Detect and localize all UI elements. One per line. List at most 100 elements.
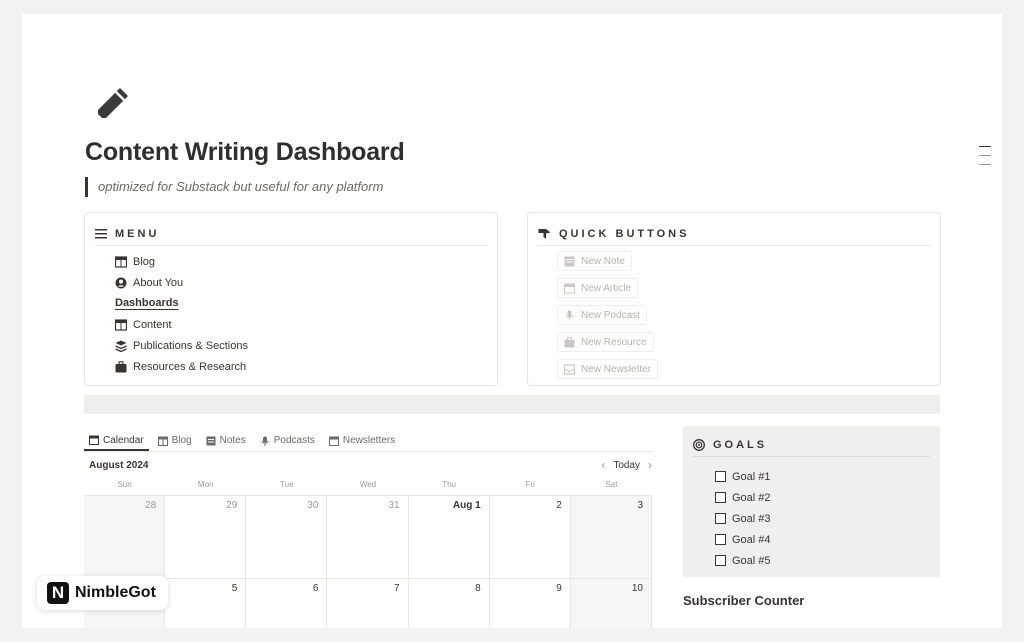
goal-item[interactable]: Goal #5 bbox=[715, 550, 771, 571]
view-tabs: Calendar Blog Notes Podcasts Newsletters bbox=[84, 431, 652, 452]
pencil-icon bbox=[98, 88, 128, 118]
goal-label: Goal #5 bbox=[732, 554, 771, 567]
goal-label: Goal #3 bbox=[732, 512, 771, 525]
inbox-icon bbox=[328, 436, 339, 446]
weekday-label: Sun bbox=[117, 480, 132, 489]
menu-link-resources[interactable]: Resources & Research bbox=[115, 356, 248, 377]
tab-notes[interactable]: Notes bbox=[201, 431, 251, 450]
calendar-day-cell[interactable]: 5 bbox=[165, 579, 247, 628]
calendar-weekday-row: Sun Mon Tue Wed Thu Fri Sat bbox=[84, 480, 652, 494]
menu-link-label: Resources & Research bbox=[133, 360, 247, 373]
menu-link-label: Content bbox=[133, 318, 172, 331]
calendar-grid: 28 29 30 31 Aug 1 2 3 5 6 7 8 9 10 bbox=[84, 495, 652, 628]
chevron-right-icon[interactable]: › bbox=[648, 458, 652, 472]
hand-pointer-icon bbox=[538, 229, 551, 239]
calendar-nav: ‹ Today › bbox=[601, 458, 652, 472]
calendar-board-icon bbox=[157, 436, 168, 446]
button-label: New Newsletter bbox=[581, 363, 652, 375]
calendar-day-cell[interactable]: 8 bbox=[409, 579, 490, 628]
goal-item[interactable]: Goal #3 bbox=[715, 508, 771, 529]
menu-card: MENU Blog About You Dashboards Content P… bbox=[84, 212, 498, 386]
calendar-board-icon bbox=[115, 255, 127, 268]
calendar-day-cell[interactable]: 28 bbox=[84, 496, 166, 579]
calendar-day-cell[interactable]: 6 bbox=[246, 579, 328, 628]
calendar-board-icon bbox=[564, 283, 575, 293]
button-label: New Podcast bbox=[581, 309, 640, 321]
goal-label: Goal #2 bbox=[732, 491, 771, 504]
tab-calendar[interactable]: Calendar bbox=[84, 431, 149, 451]
microphone-icon bbox=[565, 310, 574, 320]
goals-heading: GOALS bbox=[713, 439, 768, 451]
menu-link-publications[interactable]: Publications & Sections bbox=[115, 335, 248, 356]
button-label: New Note bbox=[581, 255, 625, 267]
goal-label: Goal #4 bbox=[732, 533, 771, 546]
weekday-label: Mon bbox=[197, 480, 214, 489]
page-subtitle-quote: optimized for Substack but useful for an… bbox=[85, 177, 383, 197]
checkbox[interactable] bbox=[715, 513, 726, 524]
tab-label: Notes bbox=[219, 435, 246, 446]
menu-link-label: Publications & Sections bbox=[133, 339, 248, 352]
layers-icon bbox=[115, 340, 127, 352]
quick-buttons-card: QUICK BUTTONS New Note New Article New P… bbox=[527, 212, 941, 386]
calendar-day-cell[interactable]: 2 bbox=[489, 496, 571, 579]
calendar-day-cell[interactable]: 3 bbox=[570, 496, 652, 579]
table-of-contents-indicator[interactable] bbox=[979, 146, 991, 173]
microphone-icon bbox=[260, 436, 269, 446]
calendar-day-cell[interactable]: 9 bbox=[490, 579, 571, 628]
calendar-day-cell[interactable]: 7 bbox=[327, 579, 409, 628]
subscriber-counter-heading: Subscriber Counter bbox=[683, 593, 805, 608]
goal-item[interactable]: Goal #4 bbox=[715, 529, 771, 550]
menu-link-label: About You bbox=[133, 276, 184, 289]
user-circle-icon bbox=[115, 277, 127, 288]
brand-badge: N NimbleGot bbox=[37, 576, 168, 610]
new-note-button[interactable]: New Note bbox=[557, 251, 632, 271]
tab-label: Blog bbox=[171, 435, 192, 446]
weekday-label: Sat bbox=[605, 480, 618, 489]
weekday-label: Wed bbox=[359, 480, 377, 489]
menu-list: Blog About You Dashboards Content Public… bbox=[115, 251, 248, 377]
goals-header: GOALS bbox=[693, 434, 930, 457]
button-label: New Article bbox=[581, 282, 632, 294]
new-newsletter-button[interactable]: New Newsletter bbox=[557, 359, 659, 379]
menu-link-about-you[interactable]: About You bbox=[115, 272, 248, 293]
calendar-month-label: August 2024 bbox=[89, 459, 149, 471]
weekday-label: Fri bbox=[525, 480, 535, 489]
tab-label: Newsletters bbox=[342, 435, 396, 446]
tab-newsletters[interactable]: Newsletters bbox=[324, 431, 400, 450]
weekday-label: Tue bbox=[280, 480, 294, 489]
goal-item[interactable]: Goal #2 bbox=[715, 487, 771, 508]
calendar-day-cell[interactable]: 30 bbox=[246, 496, 328, 579]
goals-callout: GOALS Goal #1 Goal #2 Goal #3 Goal #4 Go… bbox=[683, 426, 940, 577]
briefcase-icon bbox=[564, 336, 575, 347]
menu-link-blog[interactable]: Blog bbox=[115, 251, 248, 272]
menu-link-label: Blog bbox=[133, 255, 156, 268]
checkbox[interactable] bbox=[715, 555, 726, 566]
target-icon bbox=[693, 439, 705, 451]
new-resource-button[interactable]: New Resource bbox=[557, 332, 654, 352]
calendar-icon bbox=[89, 435, 99, 445]
quick-buttons-header: QUICK BUTTONS bbox=[538, 223, 930, 246]
tab-podcasts[interactable]: Podcasts bbox=[255, 431, 320, 450]
brand-logo-icon: N bbox=[47, 582, 69, 604]
button-label: New Resource bbox=[581, 336, 647, 348]
calendar-day-cell[interactable]: Aug 1 bbox=[408, 496, 490, 579]
calendar-day-cell[interactable]: 29 bbox=[165, 496, 247, 579]
today-button[interactable]: Today bbox=[613, 460, 640, 471]
new-article-button[interactable]: New Article bbox=[557, 278, 639, 298]
menu-link-content[interactable]: Content bbox=[115, 314, 248, 335]
divider-callout-bar bbox=[84, 395, 940, 414]
hamburger-menu-icon bbox=[95, 229, 107, 239]
calendar-day-cell[interactable]: 31 bbox=[327, 496, 409, 579]
checkbox[interactable] bbox=[715, 492, 726, 503]
goal-item[interactable]: Goal #1 bbox=[715, 466, 771, 487]
page-title: Content Writing Dashboard bbox=[85, 138, 405, 166]
tab-blog[interactable]: Blog bbox=[153, 431, 197, 450]
inbox-icon bbox=[564, 363, 575, 375]
dashboards-link[interactable]: Dashboards bbox=[115, 293, 179, 314]
checkbox[interactable] bbox=[715, 471, 726, 482]
checkbox[interactable] bbox=[715, 534, 726, 545]
goal-list: Goal #1 Goal #2 Goal #3 Goal #4 Goal #5 bbox=[715, 466, 771, 571]
new-podcast-button[interactable]: New Podcast bbox=[557, 305, 647, 325]
calendar-day-cell[interactable]: 10 bbox=[570, 579, 652, 628]
chevron-left-icon[interactable]: ‹ bbox=[601, 458, 605, 472]
